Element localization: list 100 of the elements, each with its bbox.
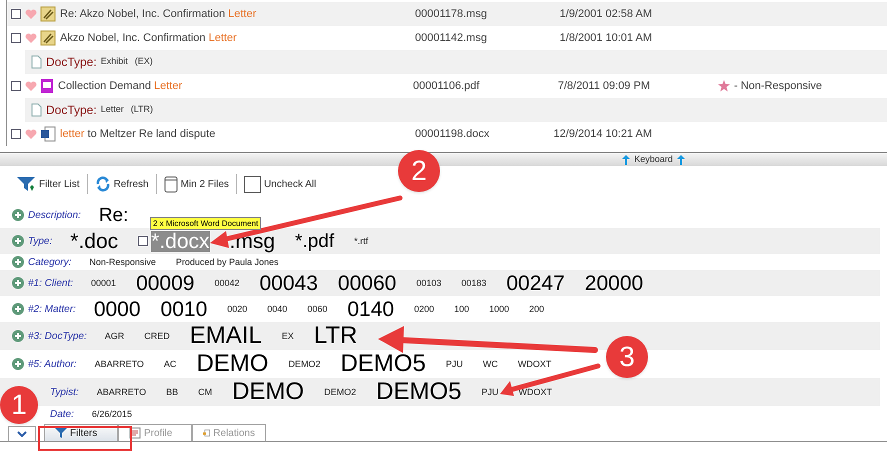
checkbox[interactable] — [11, 33, 21, 43]
plus-icon[interactable] — [12, 358, 24, 370]
filter-value[interactable]: PJU — [446, 360, 463, 368]
filter-value[interactable]: CM — [198, 388, 212, 396]
filter-value[interactable]: 20000 — [584, 272, 644, 294]
collapse-button[interactable] — [8, 426, 36, 441]
filter-value[interactable]: 00183 — [461, 278, 486, 288]
filter-value[interactable]: BB — [166, 388, 178, 396]
filter-label: Type: — [28, 234, 52, 248]
checkbox[interactable] — [11, 129, 21, 139]
file-name: 00001106.pdf — [413, 78, 480, 94]
plus-icon[interactable] — [12, 256, 24, 268]
checkbox-icon — [244, 176, 261, 192]
doctype-value: Exhibit — [100, 55, 128, 68]
filter-value[interactable]: 0000 — [94, 298, 141, 320]
filter-value[interactable]: 200 — [529, 304, 544, 314]
filter-label: Category: — [28, 256, 72, 270]
filter-value[interactable]: 0010 — [160, 298, 208, 320]
filter-value[interactable]: 0200 — [414, 304, 434, 314]
filter-value[interactable]: *.rtf — [354, 236, 368, 246]
heart-icon[interactable] — [25, 128, 37, 140]
file-name: 00001178.msg — [415, 6, 488, 22]
toolbar-button[interactable]: Min 2 Files — [162, 176, 230, 192]
filter-value[interactable]: .msg — [230, 230, 276, 252]
filter-value[interactable]: ABARRETO — [96, 388, 146, 396]
toolbar-button[interactable]: Uncheck All — [242, 176, 318, 192]
paperclip-icon — [40, 30, 56, 46]
filter-value[interactable]: DEMO2 — [288, 360, 320, 368]
category-tag: - Non-Responsive — [734, 78, 822, 94]
filter-value[interactable]: WC — [482, 360, 498, 368]
filter-value[interactable]: 00001 — [91, 278, 116, 288]
filter-value[interactable]: WDOXT — [518, 388, 552, 396]
toolbar-button[interactable]: Filter List — [15, 176, 81, 192]
document-icon — [203, 427, 210, 439]
filter-label: #2: Matter: — [28, 302, 76, 316]
filter-value[interactable]: DEMO — [196, 352, 268, 376]
filter-value[interactable]: 00042 — [214, 278, 240, 288]
filter-value[interactable]: DEMO5 — [376, 380, 462, 404]
filter-label: Typist: — [50, 386, 79, 400]
plus-icon[interactable] — [12, 235, 24, 247]
filter-value[interactable]: 100 — [454, 304, 470, 314]
heart-icon[interactable] — [25, 32, 37, 44]
filter-value[interactable]: 1000 — [489, 304, 510, 314]
filter-value[interactable]: 00103 — [416, 278, 442, 288]
filter-value[interactable]: DEMO5 — [340, 352, 426, 376]
document-date: 1/8/2001 10:01 AM — [558, 30, 652, 46]
filter-value[interactable]: *.doc — [70, 230, 118, 252]
chevron-down-icon — [17, 431, 27, 437]
toolbar-button[interactable]: Refresh — [94, 176, 150, 192]
heart-icon[interactable] — [25, 80, 37, 92]
filter-value[interactable]: AGR — [104, 332, 124, 340]
filter-label: Date: — [50, 408, 74, 422]
checkbox[interactable] — [11, 81, 21, 91]
filter-value[interactable]: EMAIL — [190, 324, 262, 348]
filter-value[interactable]: AC — [164, 360, 176, 368]
checkbox[interactable] — [138, 236, 148, 246]
filter-value[interactable]: 00009 — [136, 272, 194, 294]
document-date: 1/9/2001 02:58 AM — [558, 6, 652, 22]
plus-icon[interactable] — [12, 209, 24, 221]
page-icon — [31, 55, 42, 69]
plus-icon[interactable] — [12, 330, 24, 342]
plus-icon[interactable] — [12, 303, 24, 315]
up-arrow-icon — [622, 154, 630, 164]
cylinder-icon — [164, 176, 178, 192]
filter-label: Description: — [28, 208, 81, 222]
pdf-file-icon — [40, 78, 54, 94]
filter-value[interactable]: PJU — [481, 388, 498, 396]
plus-icon[interactable] — [12, 277, 24, 289]
checkbox[interactable] — [11, 9, 21, 19]
filter-value[interactable]: EX — [282, 332, 294, 340]
splitter-label: Keyboard — [634, 152, 673, 166]
filter-value[interactable]: LTR — [314, 324, 358, 348]
filter-value[interactable]: 0020 — [227, 304, 248, 314]
filter-value[interactable]: 0060 — [307, 304, 328, 314]
filter-value[interactable]: 00043 — [260, 272, 318, 294]
star-icon — [718, 80, 730, 92]
filter-value[interactable]: CRED — [144, 332, 170, 340]
filter-value[interactable]: Produced by Paula Jones — [176, 258, 278, 266]
filter-value[interactable]: Non-Responsive — [89, 258, 156, 266]
filter-value[interactable]: DEMO2 — [324, 388, 356, 396]
filter-value[interactable]: 00247 — [506, 272, 565, 294]
up-arrow-icon — [676, 154, 685, 164]
filter-value[interactable]: 00060 — [338, 272, 396, 294]
tooltip: 2 x Microsoft Word Document — [150, 217, 262, 230]
filter-value[interactable]: 0140 — [347, 298, 394, 320]
paperclip-icon — [40, 6, 56, 22]
filter-value[interactable]: 6/26/2015 — [92, 410, 132, 418]
filter-value[interactable]: 0040 — [267, 304, 288, 314]
heart-icon[interactable] — [25, 8, 37, 20]
filter-value[interactable]: DEMO — [232, 380, 304, 404]
refresh-icon — [94, 176, 111, 192]
filter-value[interactable]: *.pdf — [295, 232, 334, 250]
filter-label: #5: Author: — [28, 358, 77, 372]
filter-value[interactable]: Re: — [98, 206, 128, 224]
filter-value[interactable]: ABARRETO — [94, 360, 144, 368]
doctype-code: (EX) — [134, 55, 153, 68]
doctype-label: DocType: — [46, 54, 97, 71]
filter-value[interactable]: WDOXT — [518, 360, 552, 368]
document-title: Akzo Nobel, Inc. Confirmation Letter — [60, 30, 238, 46]
word-file-icon — [40, 126, 56, 142]
